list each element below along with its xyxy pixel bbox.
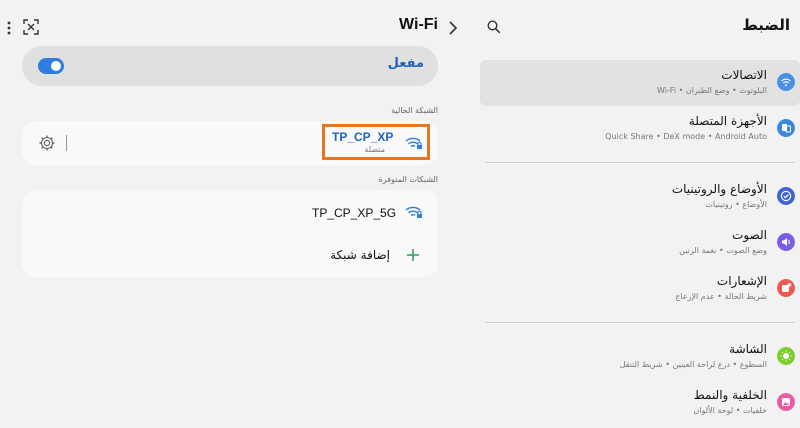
- available-networks-card: TP_CP_XP_5G إضافة شبكة: [22, 190, 438, 277]
- settings-item-subtitle: السطوع • درع لراحة العينين • شريط التنقل: [619, 360, 767, 369]
- settings-item-title: الأجهزة المتصلة: [688, 114, 767, 128]
- settings-item-subtitle: شريط الحالة • عدم الإزعاج: [675, 292, 767, 301]
- notification-icon: [777, 279, 795, 297]
- wifi-toggle-switch[interactable]: [38, 58, 64, 74]
- settings-item-title: الخلفية والنمط: [693, 388, 767, 402]
- current-network-section-label: الشبكة الحالية: [391, 106, 438, 115]
- available-networks-section-label: الشبكات المتوفرة: [378, 175, 438, 184]
- settings-item-title: الاتصالات: [721, 68, 767, 82]
- plus-icon[interactable]: [406, 248, 420, 262]
- settings-item-wallpaper-style[interactable]: الخلفية والنمط خلفيات • لوحة الألوان: [480, 380, 800, 426]
- settings-item-subtitle: خلفيات • لوحة الألوان: [693, 406, 767, 415]
- modes-check-icon: [777, 187, 795, 205]
- toggle-label: مفعل: [387, 56, 424, 71]
- settings-item-connections[interactable]: الاتصالات Wi-Fi • البلوتوث • وضع الطيران: [480, 60, 800, 106]
- current-network-card[interactable]: TP_CP_XP متصلة: [22, 121, 438, 165]
- settings-item-title: الشاشة: [729, 342, 767, 356]
- qr-scan-icon[interactable]: [22, 18, 40, 36]
- settings-item-title: الأوضاع والروتينيات: [671, 182, 767, 196]
- wifi-secured-icon: [405, 206, 422, 218]
- divider: [66, 135, 67, 151]
- wifi-icon: [777, 73, 795, 91]
- settings-item-modes-routines[interactable]: الأوضاع والروتينيات الأوضاع • روتينيات: [480, 174, 800, 220]
- brightness-icon: [777, 347, 795, 365]
- current-network-status: متصلة: [364, 145, 385, 154]
- add-network-label[interactable]: إضافة شبكة: [330, 248, 390, 262]
- more-options-icon[interactable]: [4, 18, 14, 38]
- settings-item-sound[interactable]: الصوت وضع الصوت • نغمة الرنين: [480, 220, 800, 266]
- settings-item-title: الصوت: [732, 228, 767, 242]
- settings-item-subtitle: الأوضاع • روتينيات: [705, 200, 767, 209]
- search-icon[interactable]: [486, 19, 502, 35]
- settings-item-subtitle: Quick Share • DeX mode • Android Auto: [605, 132, 767, 141]
- settings-panel: الضبط الاتصالات Wi-Fi • البلوتوث • وضع ا…: [480, 0, 800, 428]
- wallpaper-icon: [777, 393, 795, 411]
- section-divider: [485, 162, 795, 163]
- toggle-knob: [51, 61, 61, 71]
- settings-item-subtitle: Wi-Fi • البلوتوث • وضع الطيران: [656, 86, 767, 95]
- settings-item-display[interactable]: الشاشة السطوع • درع لراحة العينين • شريط…: [480, 334, 800, 380]
- chevron-right-icon[interactable]: [446, 18, 460, 38]
- available-network-name[interactable]: TP_CP_XP_5G: [312, 206, 396, 220]
- section-divider: [485, 322, 795, 323]
- wifi-panel: Wi-Fi مفعل الشبكة الحالية TP_CP_XP متصلة…: [0, 0, 460, 428]
- page-title: Wi-Fi: [399, 16, 438, 33]
- settings-item-title: الإشعارات: [716, 274, 767, 288]
- connected-devices-icon: [777, 119, 795, 137]
- settings-item-notifications[interactable]: الإشعارات شريط الحالة • عدم الإزعاج: [480, 266, 800, 312]
- current-network-name[interactable]: TP_CP_XP: [332, 130, 393, 144]
- volume-icon: [777, 233, 795, 251]
- settings-title: الضبط: [742, 16, 790, 34]
- settings-item-subtitle: وضع الصوت • نغمة الرنين: [679, 246, 767, 255]
- wifi-secured-icon: [405, 137, 422, 149]
- gear-icon[interactable]: [38, 134, 56, 152]
- wifi-toggle-row[interactable]: مفعل: [22, 46, 438, 86]
- settings-item-connected-devices[interactable]: الأجهزة المتصلة Quick Share • DeX mode •…: [480, 106, 800, 152]
